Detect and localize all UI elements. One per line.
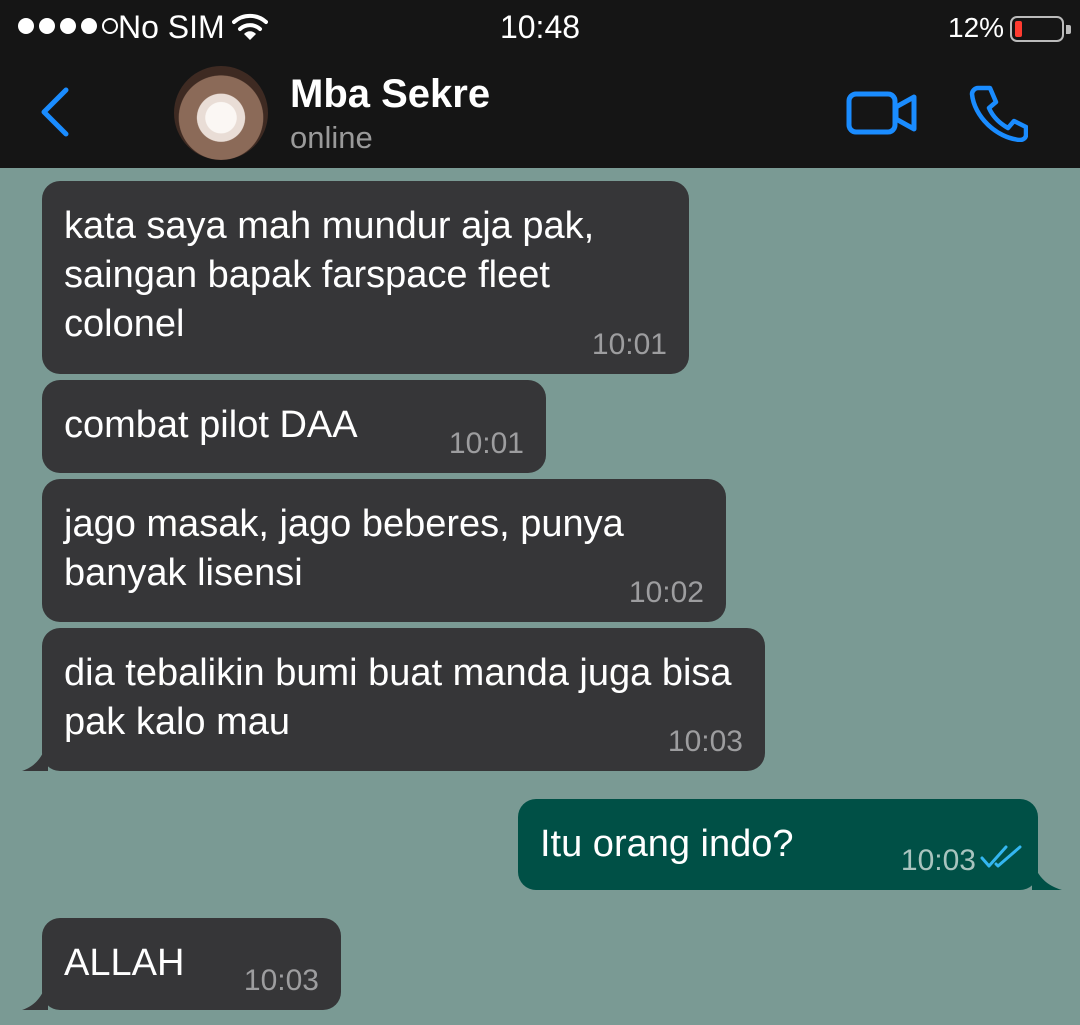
message-text: jago masak, jago beberes, punya banyak l… (64, 503, 624, 594)
message-time: 10:01 (448, 427, 524, 460)
bubble-tail (1032, 860, 1062, 890)
incoming-message[interactable]: combat pilot DAA 10:01 (42, 380, 546, 473)
bubble-tail (22, 741, 48, 771)
message-time: 10:02 (628, 576, 704, 609)
message-time: 10:03 (243, 964, 319, 997)
avatar[interactable] (174, 66, 268, 160)
phone-call-icon[interactable] (968, 84, 1028, 142)
contact-name[interactable]: Mba Sekre (290, 72, 490, 117)
message-text: kata saya mah mundur aja pak, saingan ba… (64, 205, 595, 345)
incoming-message[interactable]: dia tebalikin bumi buat manda juga bisa … (22, 628, 765, 771)
battery-percent: 12% (948, 12, 1005, 43)
message-time: 10:01 (591, 328, 667, 361)
incoming-message[interactable]: kata saya mah mundur aja pak, saingan ba… (42, 181, 689, 374)
outgoing-message[interactable]: Itu orang indo? 10:03 (518, 799, 1062, 890)
contact-status: online (290, 120, 373, 155)
battery-level-fill (1015, 21, 1022, 37)
message-text: dia tebalikin bumi buat manda juga bisa … (64, 652, 732, 743)
bubble-tail (22, 980, 48, 1010)
read-receipt-icon (980, 845, 1022, 868)
message-time: 10:03 (900, 844, 976, 877)
incoming-message[interactable]: ALLAH 10:03 (22, 918, 341, 1010)
back-chevron-icon[interactable] (30, 84, 80, 140)
chat-header: Mba Sekre online (0, 54, 1080, 168)
status-bar: No SIM 10:48 12% (0, 0, 1080, 54)
battery-icon (1010, 16, 1071, 42)
incoming-message[interactable]: jago masak, jago beberes, punya banyak l… (42, 479, 726, 622)
chat-screen: No SIM 10:48 12% Mba Sekre online kata s… (0, 0, 1080, 1025)
message-time: 10:03 (667, 725, 743, 758)
status-time: 10:48 (499, 9, 581, 45)
video-call-icon[interactable] (846, 90, 918, 136)
